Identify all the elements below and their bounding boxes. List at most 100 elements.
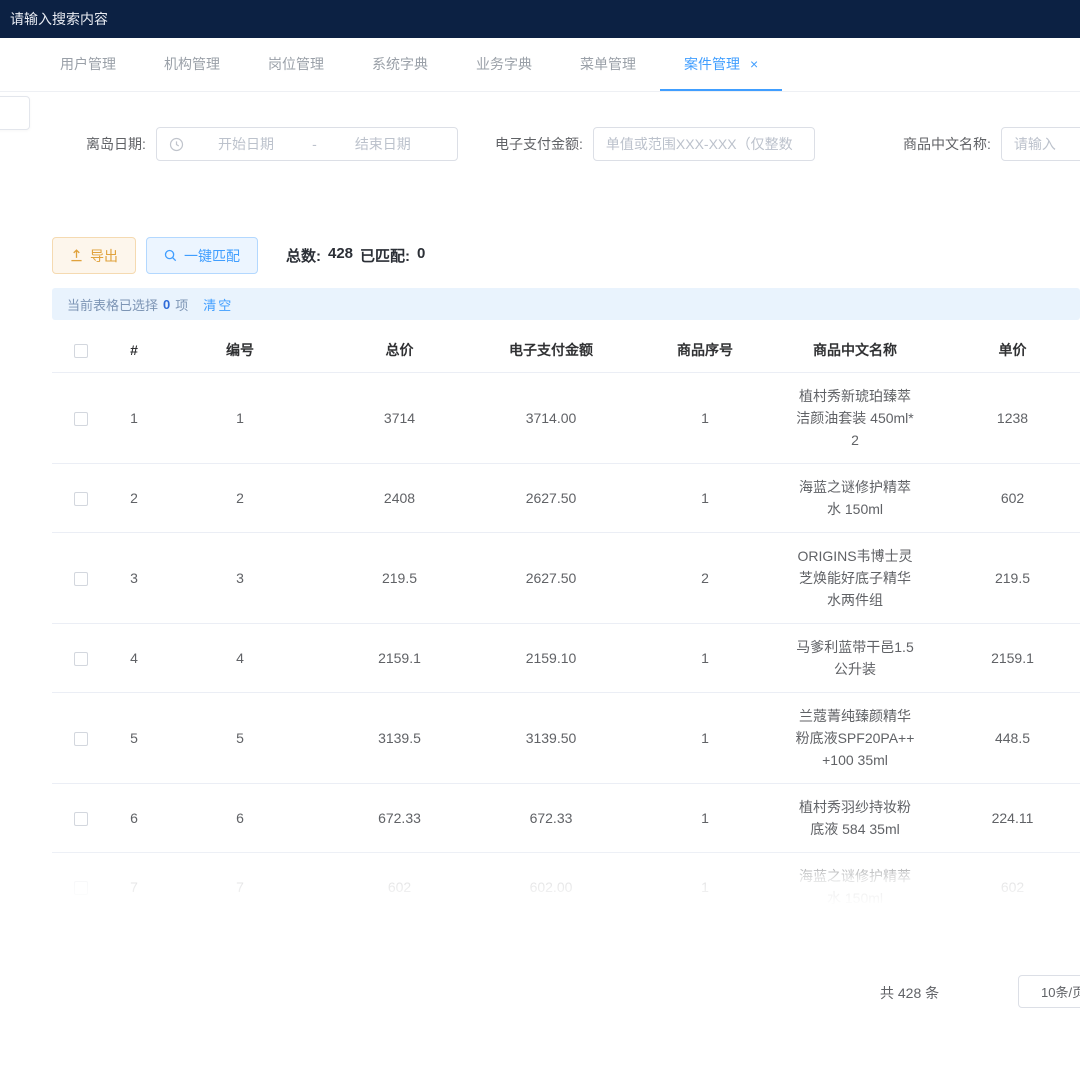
row-checkbox[interactable]: [74, 492, 88, 506]
selection-suffix: 项: [175, 295, 188, 314]
select-all-checkbox[interactable]: [74, 344, 88, 358]
cell-商品中文名称: 兰蔻菁纯臻颜精华粉底液SPF20PA+++100 35ml: [785, 693, 925, 784]
cell-编号: 4: [158, 624, 322, 693]
clear-selection-link[interactable]: 清空: [203, 295, 233, 314]
cell-总价: 672.33: [322, 784, 477, 853]
tab-机构管理[interactable]: 机构管理: [140, 38, 244, 91]
row-checkbox[interactable]: [74, 881, 88, 895]
cell-商品序号: 1: [625, 853, 785, 907]
export-button[interactable]: 导出: [52, 237, 136, 274]
cell-商品序号: 1: [625, 464, 785, 533]
date-range-separator: -: [308, 136, 321, 152]
depart-date-range-input[interactable]: 开始日期 - 结束日期: [156, 127, 458, 161]
cell-编号: 6: [158, 784, 322, 853]
cell-编号: 5: [158, 693, 322, 784]
cell-单价: 2159.1: [925, 624, 1080, 693]
epay-amount-label: 电子支付金额:: [495, 134, 583, 154]
product-name-label: 商品中文名称:: [903, 134, 991, 154]
tab-案件管理[interactable]: 案件管理 ×: [660, 38, 782, 91]
table-header-row: #编号总价电子支付金额商品序号商品中文名称单价: [52, 328, 1080, 373]
cell-单价: 224.11: [925, 784, 1080, 853]
cell-商品中文名称: 海蓝之谜修护精萃水 150ml: [785, 464, 925, 533]
cell-总价: 3714: [322, 373, 477, 464]
total-value: 428: [328, 245, 353, 266]
cell-#: 2: [110, 464, 158, 533]
cell-编号: 3: [158, 533, 322, 624]
search-icon: [164, 249, 177, 262]
table-row: 553139.53139.501兰蔻菁纯臻颜精华粉底液SPF20PA+++100…: [52, 693, 1080, 784]
tab-业务字典[interactable]: 业务字典: [452, 38, 556, 91]
row-select-cell: [52, 624, 110, 693]
cell-商品序号: 1: [625, 373, 785, 464]
end-date-placeholder: 结束日期: [321, 134, 445, 154]
row-checkbox[interactable]: [74, 652, 88, 666]
cell-#: 1: [110, 373, 158, 464]
cell-总价: 219.5: [322, 533, 477, 624]
row-checkbox[interactable]: [74, 412, 88, 426]
cell-电子支付金额: 2159.10: [477, 624, 625, 693]
table-row: 442159.12159.101马爹利蓝带干邑1.5公升装2159.1: [52, 624, 1080, 693]
cell-电子支付金额: 2627.50: [477, 533, 625, 624]
filter-product-name: 商品中文名称:: [903, 127, 1080, 161]
cell-电子支付金额: 602.00: [477, 853, 625, 907]
cell-#: 4: [110, 624, 158, 693]
cell-单价: 602: [925, 853, 1080, 907]
case-table: #编号总价电子支付金额商品序号商品中文名称单价 1137143714.001植村…: [52, 328, 1080, 906]
tab-菜单管理[interactable]: 菜单管理: [556, 38, 660, 91]
cell-总价: 3139.5: [322, 693, 477, 784]
cell-单价: 1238: [925, 373, 1080, 464]
tab-label: 案件管理: [684, 54, 740, 74]
cell-编号: 7: [158, 853, 322, 907]
cell-商品中文名称: 海蓝之谜修护精萃水 150ml: [785, 853, 925, 907]
cell-编号: 1: [158, 373, 322, 464]
table-row: 66672.33672.331植村秀羽纱持妆粉底液 584 35ml224.11: [52, 784, 1080, 853]
cell-#: 6: [110, 784, 158, 853]
toolbar: 导出 一键匹配 总数: 428 已匹配: 0: [52, 237, 425, 274]
cell-电子支付金额: 2627.50: [477, 464, 625, 533]
cell-总价: 2408: [322, 464, 477, 533]
clock-icon: [169, 137, 184, 152]
selection-count: 0: [163, 297, 170, 312]
tab-系统字典[interactable]: 系统字典: [348, 38, 452, 91]
tab-label: 系统字典: [372, 54, 428, 74]
tab-label: 岗位管理: [268, 54, 324, 74]
column-header: 商品中文名称: [785, 328, 925, 373]
total-label: 总数:: [286, 245, 321, 266]
export-icon: [70, 249, 83, 262]
column-header: 总价: [322, 328, 477, 373]
header-select-cell: [52, 328, 110, 373]
cell-#: 3: [110, 533, 158, 624]
start-date-placeholder: 开始日期: [184, 134, 308, 154]
row-checkbox[interactable]: [74, 572, 88, 586]
cell-电子支付金额: 3139.50: [477, 693, 625, 784]
product-name-input[interactable]: [1001, 127, 1080, 161]
global-search-input[interactable]: 请输入搜索内容: [10, 11, 108, 27]
epay-amount-input[interactable]: [593, 127, 815, 161]
close-icon[interactable]: ×: [750, 56, 758, 72]
cell-商品中文名称: 马爹利蓝带干邑1.5公升装: [785, 624, 925, 693]
column-header: 电子支付金额: [477, 328, 625, 373]
filter-depart-date: 离岛日期: 开始日期 - 结束日期: [86, 127, 458, 161]
tab-用户管理[interactable]: 用户管理: [36, 38, 140, 91]
collapsed-panel-stub[interactable]: [0, 96, 30, 130]
row-checkbox[interactable]: [74, 732, 88, 746]
cell-总价: 602: [322, 853, 477, 907]
selection-prefix: 当前表格已选择: [67, 295, 158, 314]
tab-label: 机构管理: [164, 54, 220, 74]
matched-value: 0: [417, 245, 425, 266]
cell-商品中文名称: ORIGINS韦博士灵芝焕能好底子精华水两件组: [785, 533, 925, 624]
tab-岗位管理[interactable]: 岗位管理: [244, 38, 348, 91]
row-checkbox[interactable]: [74, 812, 88, 826]
table-row: 1137143714.001植村秀新琥珀臻萃洁颜油套装 450ml*21238: [52, 373, 1080, 464]
match-counts: 总数: 428 已匹配: 0: [286, 245, 425, 266]
cell-#: 7: [110, 853, 158, 907]
export-button-label: 导出: [90, 246, 118, 266]
cell-编号: 2: [158, 464, 322, 533]
page-size-select[interactable]: 10条/页: [1018, 975, 1080, 1008]
tab-label: 菜单管理: [580, 54, 636, 74]
pagination-total: 共 428 条: [880, 983, 939, 1003]
cell-单价: 448.5: [925, 693, 1080, 784]
cell-商品序号: 1: [625, 784, 785, 853]
one-click-match-button[interactable]: 一键匹配: [146, 237, 258, 274]
column-header: 商品序号: [625, 328, 785, 373]
